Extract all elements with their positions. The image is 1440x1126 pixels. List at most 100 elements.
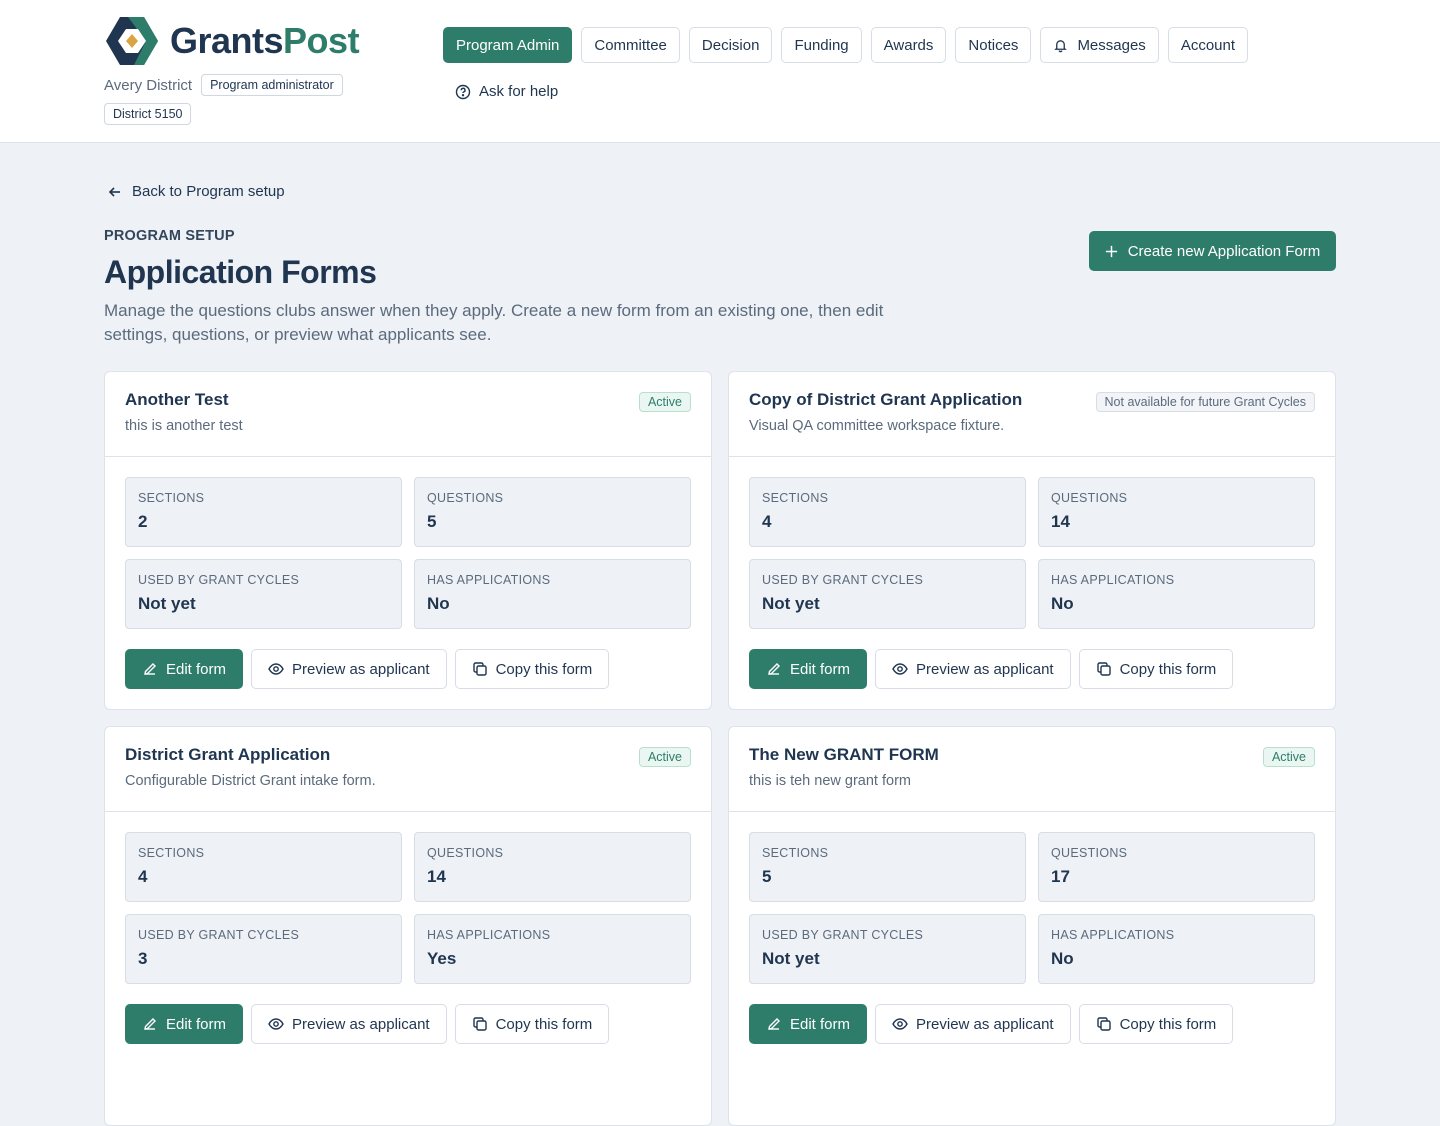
copy-form-button[interactable]: Copy this form <box>1078 649 1234 689</box>
brand-name-part1: Grants <box>170 20 284 61</box>
nav-account[interactable]: Account <box>1167 27 1249 63</box>
stat-label: SECTIONS <box>762 846 829 860</box>
create-form-button[interactable]: Create new Application Form <box>1089 231 1336 271</box>
top-header: GrantsPost Avery District Program admini… <box>0 0 1440 143</box>
nav-messages[interactable]: Messages <box>1040 27 1159 63</box>
preview-button[interactable]: Preview as applicant <box>251 649 447 689</box>
stat-value: 4 <box>762 512 772 531</box>
form-card: The New GRANT FORM this is teh new grant… <box>728 726 1336 1126</box>
preview-button[interactable]: Preview as applicant <box>875 1004 1071 1044</box>
form-actions: Edit form Preview as applicant Copy this… <box>749 1004 1241 1044</box>
stat-has-apps: HAS APPLICATIONS Yes <box>414 914 691 984</box>
form-actions: Edit form Preview as applicant Copy this… <box>749 649 1241 689</box>
brand-logo[interactable]: GrantsPost <box>104 14 360 68</box>
stat-sections: SECTIONS 4 <box>749 477 1026 547</box>
district-pill: District 5150 <box>104 103 192 125</box>
edit-form-label: Edit form <box>790 660 851 678</box>
stat-has-apps: HAS APPLICATIONS No <box>1038 914 1315 984</box>
eye-icon <box>892 1018 908 1030</box>
stat-value: No <box>1051 594 1074 613</box>
stat-label: USED BY GRANT CYCLES <box>762 573 924 587</box>
stat-value: Not yet <box>762 949 820 968</box>
stat-value: 4 <box>138 867 148 886</box>
status-badge: Active <box>638 747 691 767</box>
form-title[interactable]: Copy of District Grant Application <box>749 390 1022 410</box>
edit-form-button[interactable]: Edit form <box>125 1004 244 1044</box>
pencil-icon <box>768 1018 780 1030</box>
bell-icon <box>1054 39 1068 52</box>
arrow-left-icon <box>108 186 120 197</box>
main-nav: Program Admin Committee Decision Funding… <box>443 27 1257 63</box>
stat-value: 17 <box>1051 867 1070 886</box>
card-header: District Grant Application Configurable … <box>105 727 711 812</box>
stat-value: 14 <box>1051 512 1070 531</box>
stat-used-by: USED BY GRANT CYCLES Not yet <box>125 559 402 629</box>
preview-button[interactable]: Preview as applicant <box>251 1004 447 1044</box>
page-description: Manage the questions clubs answer when t… <box>104 301 884 344</box>
nav-messages-label: Messages <box>1077 36 1146 54</box>
stat-value: Not yet <box>762 594 820 613</box>
nav-decision[interactable]: Decision <box>688 27 773 63</box>
edit-form-button[interactable]: Edit form <box>125 649 244 689</box>
stat-value: 5 <box>762 867 772 886</box>
stat-value: 2 <box>138 512 148 531</box>
eye-icon <box>268 1018 284 1030</box>
help-link[interactable]: Ask for help <box>455 83 558 100</box>
stat-value: Not yet <box>138 594 196 613</box>
preview-button[interactable]: Preview as applicant <box>875 649 1071 689</box>
stat-questions: QUESTIONS 14 <box>414 832 691 902</box>
card-header: Copy of District Grant Application Visua… <box>729 372 1335 457</box>
plus-icon <box>1105 245 1117 257</box>
page-eyebrow: PROGRAM SETUP <box>104 228 235 244</box>
pencil-icon <box>144 1018 156 1030</box>
stat-label: SECTIONS <box>138 846 205 860</box>
form-subtitle: Configurable District Grant intake form. <box>125 773 376 789</box>
stat-label: HAS APPLICATIONS <box>1051 573 1175 587</box>
stat-has-apps: HAS APPLICATIONS No <box>1038 559 1315 629</box>
card-header: Another Test this is another test Active <box>105 372 711 457</box>
form-actions: Edit form Preview as applicant Copy this… <box>125 649 617 689</box>
copy-form-button[interactable]: Copy this form <box>1078 1004 1234 1044</box>
pencil-icon <box>768 663 780 675</box>
copy-form-label: Copy this form <box>495 660 593 678</box>
form-subtitle: this is another test <box>125 418 243 434</box>
copy-form-button[interactable]: Copy this form <box>454 1004 610 1044</box>
stat-label: HAS APPLICATIONS <box>427 928 551 942</box>
form-subtitle: this is teh new grant form <box>749 773 911 789</box>
eye-icon <box>268 663 284 675</box>
stat-value: No <box>427 594 450 613</box>
back-link[interactable]: Back to Program setup <box>108 183 285 200</box>
nav-funding[interactable]: Funding <box>781 27 862 63</box>
copy-form-button[interactable]: Copy this form <box>454 649 610 689</box>
stat-used-by: USED BY GRANT CYCLES 3 <box>125 914 402 984</box>
stat-value: 14 <box>427 867 446 886</box>
nav-committee[interactable]: Committee <box>581 27 680 63</box>
copy-form-label: Copy this form <box>1119 660 1217 678</box>
form-title[interactable]: District Grant Application <box>125 745 330 765</box>
eye-icon <box>892 663 908 675</box>
preview-label: Preview as applicant <box>916 1015 1054 1033</box>
stat-value: No <box>1051 949 1074 968</box>
stat-used-by: USED BY GRANT CYCLES Not yet <box>749 914 1026 984</box>
form-title[interactable]: The New GRANT FORM <box>749 745 939 765</box>
stat-value: 5 <box>427 512 437 531</box>
form-card: District Grant Application Configurable … <box>104 726 712 1126</box>
status-badge: Not available for future Grant Cycles <box>1095 392 1315 412</box>
stat-label: SECTIONS <box>138 491 205 505</box>
form-title[interactable]: Another Test <box>125 390 229 410</box>
stat-label: QUESTIONS <box>427 491 504 505</box>
status-badge: Active <box>1262 747 1315 767</box>
stat-label: USED BY GRANT CYCLES <box>762 928 924 942</box>
edit-form-button[interactable]: Edit form <box>749 1004 868 1044</box>
form-actions: Edit form Preview as applicant Copy this… <box>125 1004 617 1044</box>
nav-program-admin[interactable]: Program Admin <box>443 27 573 63</box>
pencil-icon <box>144 663 156 675</box>
nav-notices[interactable]: Notices <box>955 27 1032 63</box>
role-pill: Program administrator <box>201 74 343 96</box>
stat-label: HAS APPLICATIONS <box>1051 928 1175 942</box>
edit-form-button[interactable]: Edit form <box>749 649 868 689</box>
nav-awards[interactable]: Awards <box>870 27 947 63</box>
copy-form-label: Copy this form <box>495 1015 593 1033</box>
stat-has-apps: HAS APPLICATIONS No <box>414 559 691 629</box>
edit-form-label: Edit form <box>166 1015 227 1033</box>
